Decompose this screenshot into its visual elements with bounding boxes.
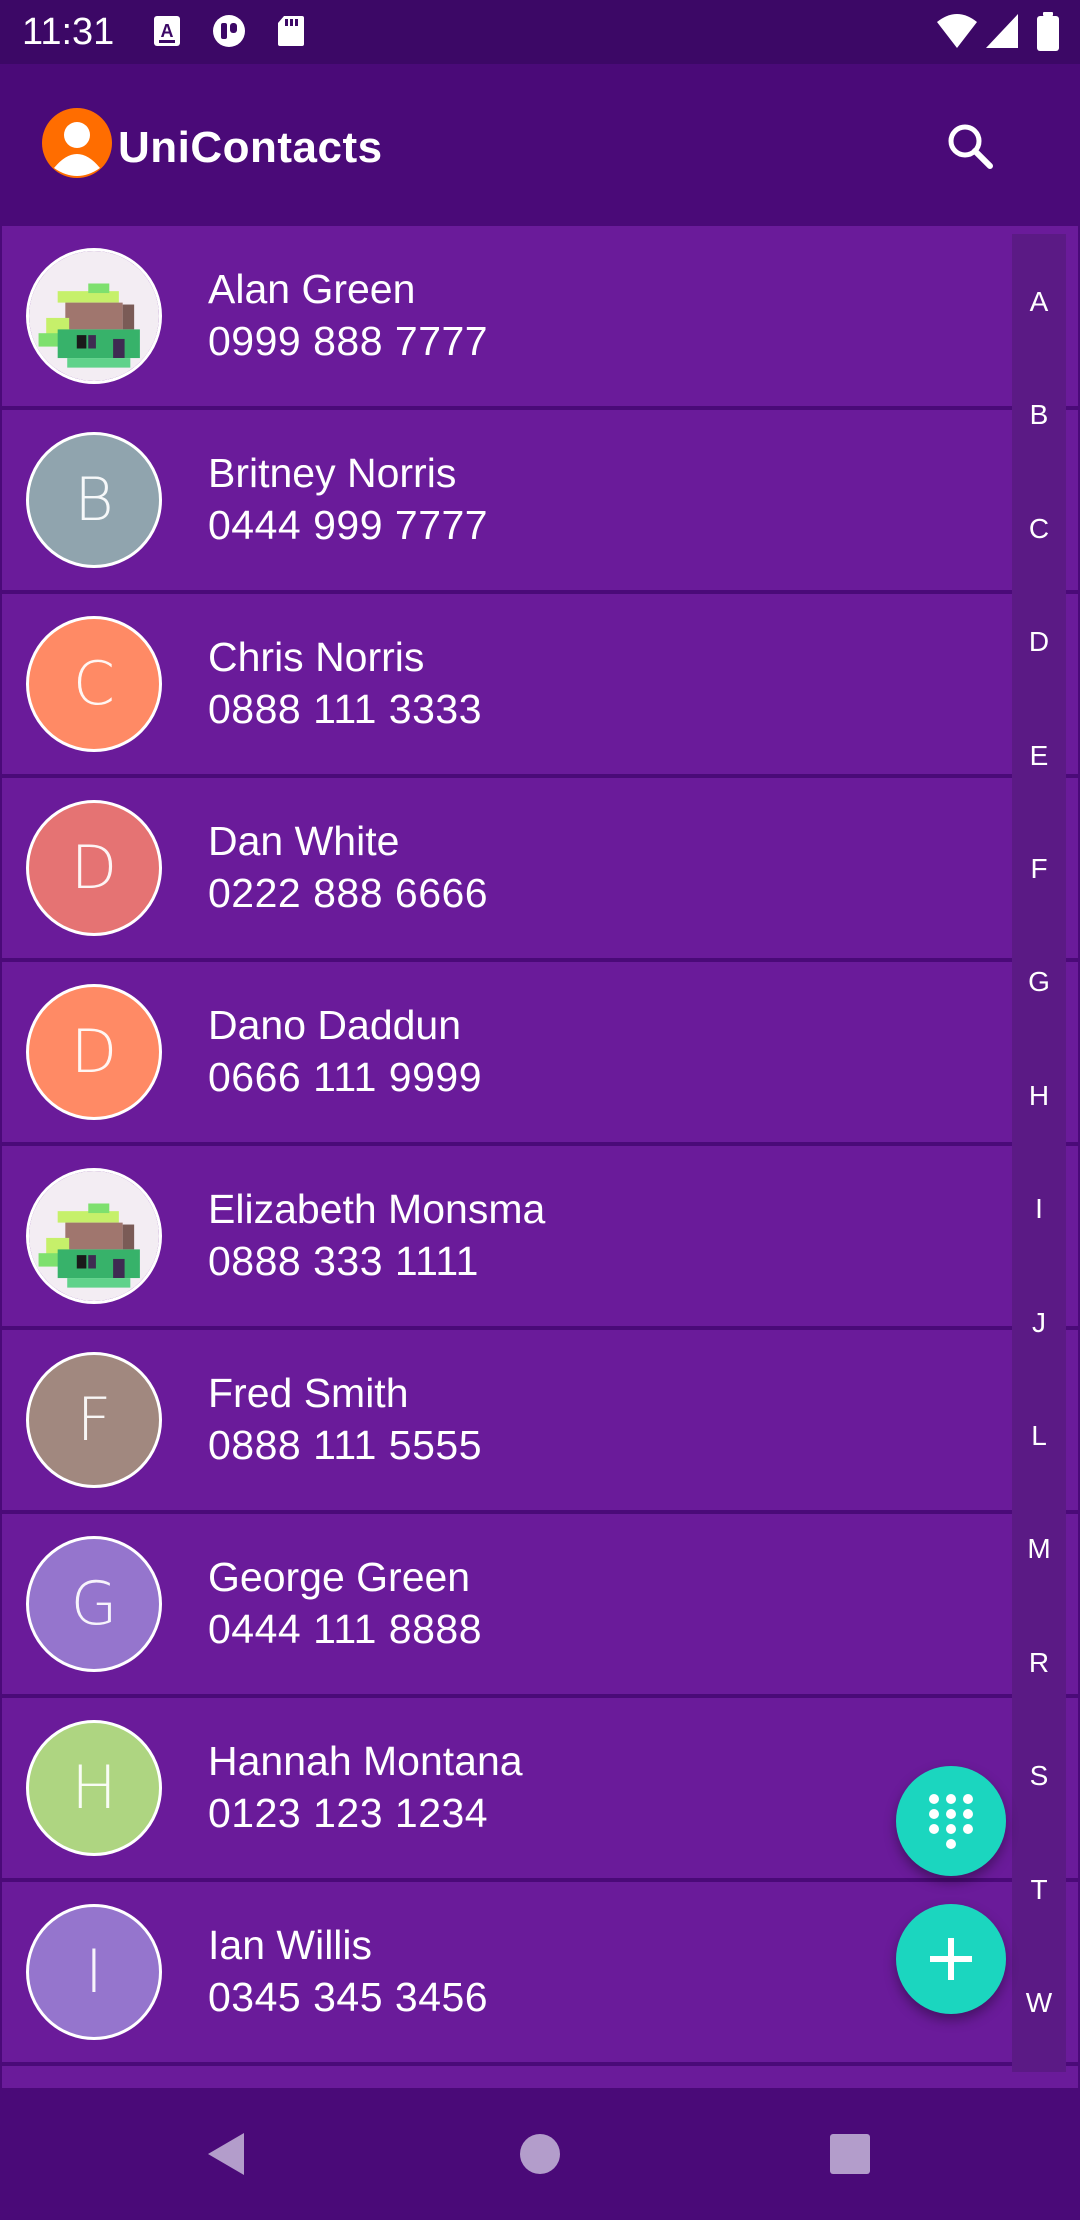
- signal-icon: [984, 12, 1020, 55]
- dialpad-button[interactable]: [896, 1766, 1006, 1876]
- home-button[interactable]: [500, 2114, 580, 2194]
- status-time: 11:31: [22, 11, 115, 53]
- recents-button[interactable]: [810, 2114, 890, 2194]
- home-icon: [520, 2134, 560, 2174]
- app-bar: UniContacts: [0, 64, 1080, 224]
- avatar-initial: D: [70, 833, 118, 903]
- contact-initial-avatar: G: [26, 1536, 162, 1672]
- index-letter[interactable]: S: [1012, 1760, 1066, 1792]
- index-letter[interactable]: H: [1012, 1080, 1066, 1112]
- contact-name: Elizabeth Monsma: [208, 1186, 546, 1232]
- app-title: UniContacts: [118, 123, 383, 172]
- add-icon: [930, 1938, 972, 1980]
- contact-name: Chris Norris: [208, 634, 425, 680]
- back-button[interactable]: [186, 2114, 266, 2194]
- recents-icon: [830, 2134, 870, 2174]
- search-button[interactable]: [940, 116, 1000, 176]
- contact-row[interactable]: Alan Green 0999 888 7777: [2, 226, 1078, 406]
- navigation-bar: [0, 2088, 1080, 2220]
- contact-name: Dano Daddun: [208, 1002, 462, 1048]
- index-letter[interactable]: D: [1012, 626, 1066, 658]
- text-notification-icon: A: [152, 14, 182, 53]
- avatar-initial: B: [74, 465, 114, 535]
- contact-initial-avatar: B: [26, 432, 162, 568]
- index-letter[interactable]: L: [1012, 1420, 1066, 1452]
- contact-photo: [26, 1168, 162, 1304]
- wifi-icon: [936, 12, 978, 55]
- contact-name: Dan White: [208, 818, 400, 864]
- contact-name: Ian Willis: [208, 1922, 373, 1968]
- contacts-screen: 11:31 A UniContacts Alan Green 0999 888 …: [0, 0, 1080, 2220]
- back-icon: [208, 2133, 244, 2175]
- avatar-initial: G: [70, 1569, 118, 1639]
- avatar-initial: H: [71, 1753, 117, 1823]
- contact-name: George Green: [208, 1554, 471, 1600]
- avatar-initial: F: [76, 1385, 112, 1455]
- index-letter[interactable]: A: [1012, 286, 1066, 318]
- contact-initial-avatar: D: [26, 984, 162, 1120]
- contact-initial-avatar: C: [26, 616, 162, 752]
- app-notification-icon: [210, 14, 248, 53]
- avatar-initial: I: [85, 1937, 103, 2007]
- index-letter[interactable]: F: [1012, 853, 1066, 885]
- contact-phone: 0444 111 8888: [208, 1606, 483, 1652]
- contact-initial-avatar: F: [26, 1352, 162, 1488]
- contact-phone: 0444 999 7777: [208, 502, 489, 548]
- contact-photo: [26, 248, 162, 384]
- contact-row[interactable]: G George Green 0444 111 8888: [2, 1514, 1078, 1694]
- contact-name: Alan Green: [208, 266, 416, 312]
- contact-name: Britney Norris: [208, 450, 457, 496]
- contact-phone: 0888 111 5555: [208, 1422, 483, 1468]
- contact-phone: 0999 888 7777: [208, 318, 489, 364]
- index-letter[interactable]: J: [1012, 1307, 1066, 1339]
- sd-card-icon: [276, 14, 306, 53]
- avatar-initial: C: [73, 649, 115, 719]
- search-icon: [948, 124, 993, 169]
- index-letter[interactable]: G: [1012, 966, 1066, 998]
- contact-phone: 0666 111 9999: [208, 1054, 483, 1100]
- dialpad-icon: [929, 1794, 973, 1849]
- contact-row[interactable]: D Dan White 0222 888 6666: [2, 778, 1078, 958]
- index-letter[interactable]: B: [1012, 399, 1066, 431]
- index-letter[interactable]: I: [1012, 1193, 1066, 1225]
- contact-phone: 0888 333 1111: [208, 1238, 479, 1284]
- contact-name: Fred Smith: [208, 1370, 409, 1416]
- contact-name: Hannah Montana: [208, 1738, 523, 1784]
- index-letter[interactable]: R: [1012, 1647, 1066, 1679]
- index-letter[interactable]: C: [1012, 513, 1066, 545]
- contact-phone: 0123 123 1234: [208, 1790, 489, 1836]
- contact-row[interactable]: C Chris Norris 0888 111 3333: [2, 594, 1078, 774]
- contact-row-partial[interactable]: [2, 2066, 1078, 2088]
- svg-text:A: A: [161, 21, 174, 41]
- contact-initial-avatar: I: [26, 1904, 162, 2040]
- add-contact-button[interactable]: [896, 1904, 1006, 2014]
- contact-phone: 0222 888 6666: [208, 870, 489, 916]
- contact-phone: 0345 345 3456: [208, 1974, 489, 2020]
- avatar-initial: D: [70, 1017, 118, 1087]
- contact-row[interactable]: B Britney Norris 0444 999 7777: [2, 410, 1078, 590]
- alphabet-index[interactable]: A B C D E F G H I J L M R S T W: [1012, 234, 1066, 2072]
- index-letter[interactable]: E: [1012, 740, 1066, 772]
- person-avatar-icon: [42, 108, 112, 178]
- index-letter[interactable]: W: [1012, 1987, 1066, 2019]
- contact-row[interactable]: Elizabeth Monsma 0888 333 1111: [2, 1146, 1078, 1326]
- index-letter[interactable]: T: [1012, 1874, 1066, 1906]
- battery-icon: [1036, 12, 1060, 57]
- contact-row[interactable]: D Dano Daddun 0666 111 9999: [2, 962, 1078, 1142]
- contact-phone: 0888 111 3333: [208, 686, 483, 732]
- index-letter[interactable]: M: [1012, 1533, 1066, 1565]
- contact-row[interactable]: F Fred Smith 0888 111 5555: [2, 1330, 1078, 1510]
- status-bar: 11:31 A: [0, 0, 1080, 64]
- contact-initial-avatar: D: [26, 800, 162, 936]
- contact-initial-avatar: H: [26, 1720, 162, 1856]
